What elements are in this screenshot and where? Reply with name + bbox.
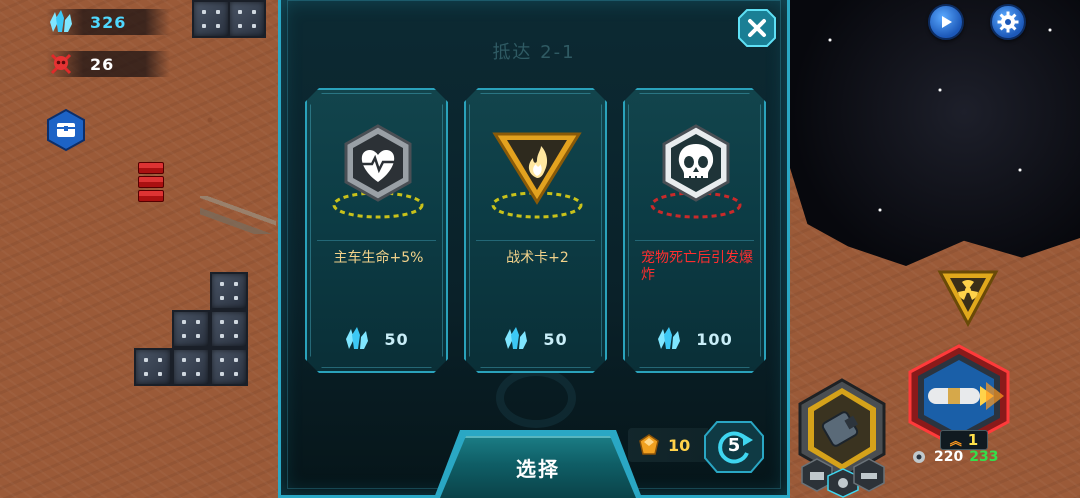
weapon-level: 1: [967, 431, 979, 449]
card-description: 宠物死亡后引发爆炸: [641, 250, 753, 283]
wreck-debris: [200, 196, 276, 234]
gem-icon: [639, 434, 659, 455]
cost-value: 100: [696, 329, 733, 349]
mini-slot-button[interactable]: [852, 458, 886, 492]
card-description: 战术卡+2: [506, 250, 569, 266]
card-divider: [317, 240, 436, 241]
dialog-title: 抵达 2-1: [492, 42, 576, 63]
play-icon: [942, 16, 952, 28]
rock-block: [228, 0, 266, 38]
reserve-count: 233: [969, 449, 999, 465]
settings-button[interactable]: [990, 4, 1026, 40]
rock-block: [192, 0, 230, 38]
card-cost: 50: [307, 327, 446, 351]
dynamite-pickup: [138, 162, 164, 208]
heart-pulse-icon: [328, 120, 428, 230]
treasure-chest-button[interactable]: [44, 108, 88, 152]
refresh-button[interactable]: 5: [703, 420, 765, 474]
gem-counter: 10: [628, 428, 708, 462]
card-divider: [476, 240, 595, 241]
upgrade-card-vehicle-hp[interactable]: 主车生命+5% 50: [305, 88, 448, 373]
crystal-icon: [46, 9, 76, 35]
card-list: 主车生命+5% 50 战术卡+2 50 宠物死亡后引发爆炸 100: [305, 88, 766, 373]
close-icon: [738, 9, 776, 47]
crystal-counter: 326: [46, 9, 170, 35]
rock-block: [172, 348, 210, 386]
crystal-icon: [503, 327, 529, 351]
kill-counter: 26: [46, 51, 170, 77]
card-cost: 50: [466, 327, 605, 351]
gear-icon: [997, 11, 1019, 33]
refresh-count: 5: [727, 435, 741, 456]
weapon-stats: ︽ 1 220 233: [910, 430, 1020, 470]
rock-block: [172, 310, 210, 348]
cost-value: 50: [543, 329, 568, 349]
ammo-count: 220: [934, 449, 964, 465]
rock-block: [210, 348, 248, 386]
select-button[interactable]: 选择: [440, 436, 636, 498]
card-divider: [635, 240, 754, 241]
play-button[interactable]: [928, 4, 964, 40]
turret-icon: [853, 458, 885, 492]
radiation-warning-icon: [936, 268, 1000, 328]
rock-block: [210, 310, 248, 348]
gear-watermark: [496, 368, 576, 428]
upgrade-card-tactic-cards[interactable]: 战术卡+2 50: [464, 88, 607, 373]
kill-count: 26: [90, 54, 115, 74]
weapon-level-badge: ︽ 1: [940, 430, 988, 450]
ammo-row: 220 233: [910, 448, 998, 466]
upgrade-card-pet-explode[interactable]: 宠物死亡后引发爆炸 100: [623, 88, 766, 373]
crystal-icon: [344, 327, 370, 351]
gear-icon: [913, 451, 925, 463]
crystal-icon: [656, 327, 682, 351]
fire-triangle-icon: [487, 120, 587, 230]
chest-icon: [47, 108, 85, 152]
rock-block: [134, 348, 172, 386]
space-background: [790, 0, 1080, 266]
close-button[interactable]: [737, 8, 777, 48]
skull-icon: [46, 51, 76, 77]
gem-count: 10: [668, 435, 691, 455]
cost-value: 50: [384, 329, 409, 349]
card-cost: 100: [625, 327, 764, 351]
skull-hex-icon: [646, 120, 746, 230]
crystal-count: 326: [90, 12, 127, 32]
rock-block: [210, 272, 248, 310]
card-description: 主车生命+5%: [333, 250, 424, 266]
chevron-up-icon: ︽: [949, 433, 962, 448]
